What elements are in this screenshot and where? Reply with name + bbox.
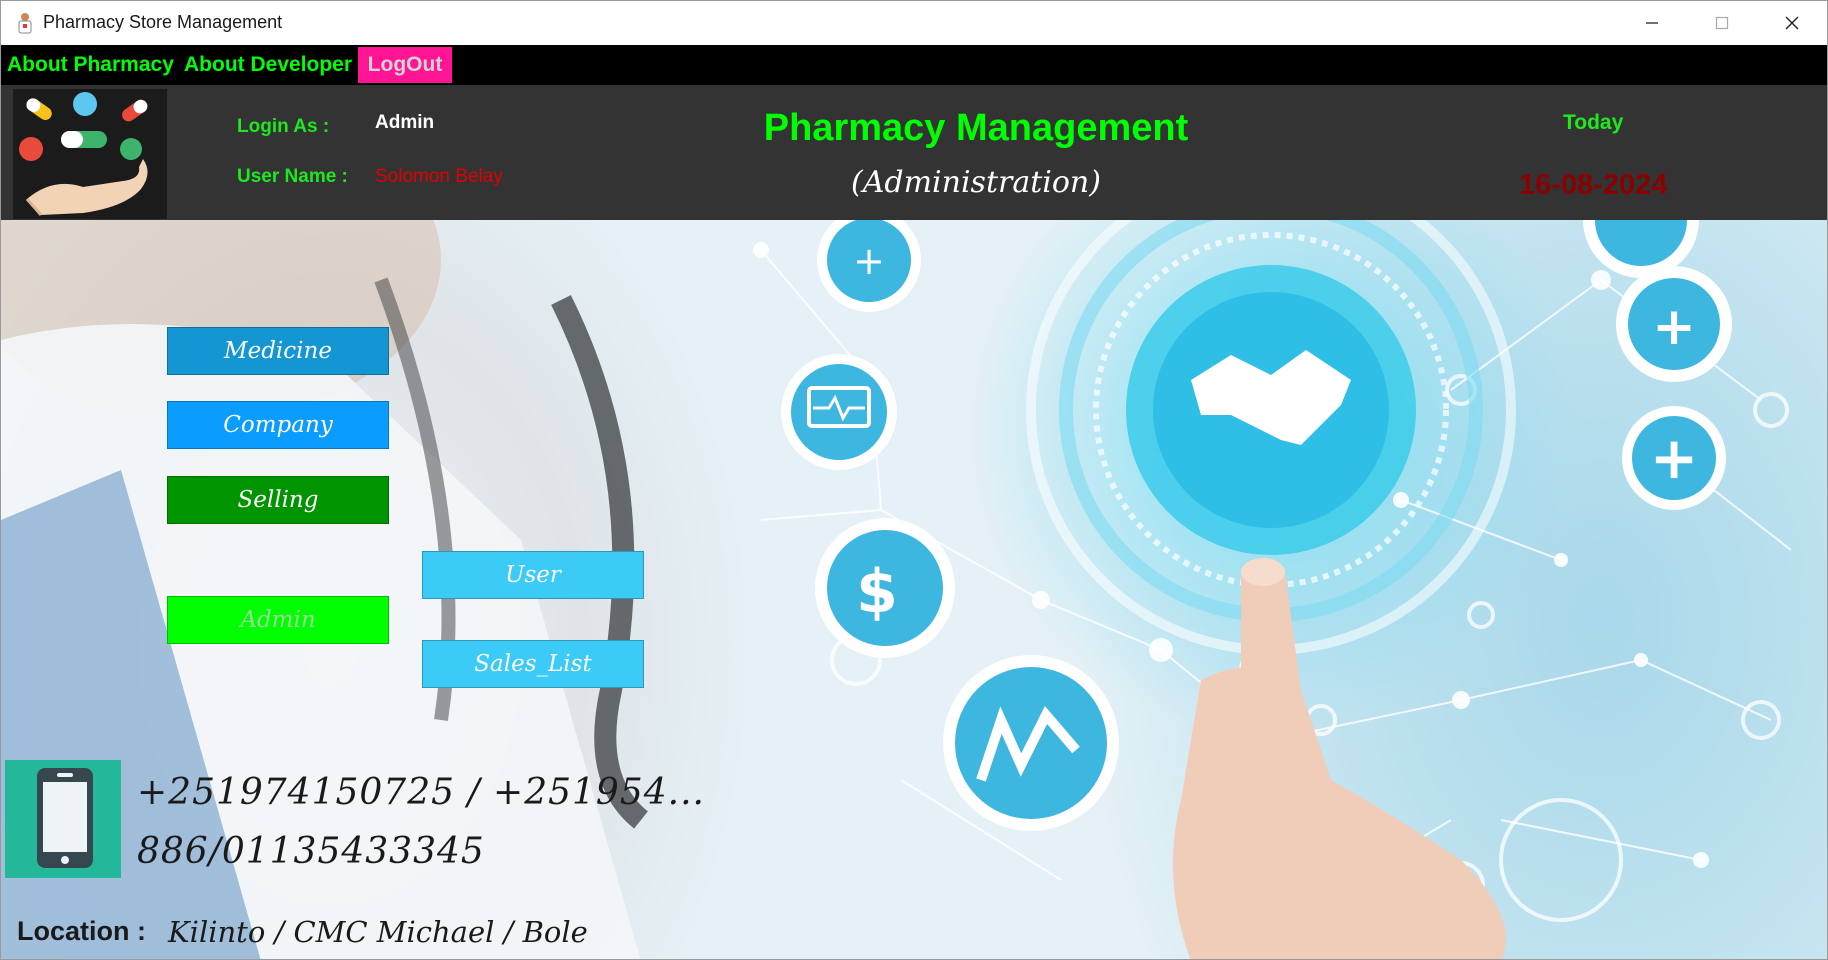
menu-bar: About Pharmacy About Developer LogOut [1, 45, 1827, 85]
logout-button[interactable]: LogOut [358, 47, 452, 83]
contact-phone-line1: +251974150725 / +251954... [137, 772, 705, 813]
page-title: Pharmacy Management [763, 107, 1189, 149]
pills-hand-logo [13, 89, 167, 219]
title-bar: Pharmacy Store Management [1, 1, 1827, 45]
minimize-icon [1646, 22, 1658, 24]
user-button[interactable]: User [422, 551, 644, 599]
admin-button[interactable]: Admin [167, 596, 389, 644]
svg-text:$: $ [856, 557, 898, 627]
user-name-label: User Name : [237, 166, 348, 187]
page-subtitle: (Administration) [851, 165, 1101, 200]
user-name-value: Solomon Belay [375, 166, 503, 187]
window-title: Pharmacy Store Management [43, 12, 283, 32]
login-as-value: Admin [375, 112, 435, 133]
minimize-button[interactable] [1617, 1, 1687, 45]
header-panel: Login As : Admin User Name : Solomon Bel… [1, 85, 1827, 220]
phone-icon [5, 760, 121, 878]
today-label: Today [1563, 111, 1624, 134]
login-as-label: Login As : [237, 116, 330, 137]
app-window: Pharmacy Store Management About Pharmacy… [0, 0, 1828, 960]
contact-phone-line2: 886/01135433345 [137, 831, 485, 872]
menu-about-developer[interactable]: About Developer [184, 45, 352, 85]
svg-text:+: + [1650, 424, 1699, 492]
company-button[interactable]: Company [167, 401, 389, 449]
location-label: Location : [17, 916, 146, 946]
menu-about-pharmacy[interactable]: About Pharmacy [7, 45, 174, 85]
maximize-icon [1715, 16, 1729, 30]
close-icon [1785, 16, 1799, 30]
selling-button[interactable]: Selling [167, 476, 389, 524]
close-button[interactable] [1757, 1, 1827, 45]
location-value: Kilinto / CMC Michael / Bole [168, 915, 588, 949]
medicine-button[interactable]: Medicine [167, 327, 389, 375]
svg-text:+: + [1652, 297, 1696, 357]
today-date: 16-08-2024 [1519, 169, 1668, 201]
svg-text:+: + [853, 239, 885, 283]
sales-list-button[interactable]: Sales_List [422, 640, 644, 688]
pharmacist-icon [18, 13, 32, 34]
maximize-button[interactable] [1687, 1, 1757, 45]
